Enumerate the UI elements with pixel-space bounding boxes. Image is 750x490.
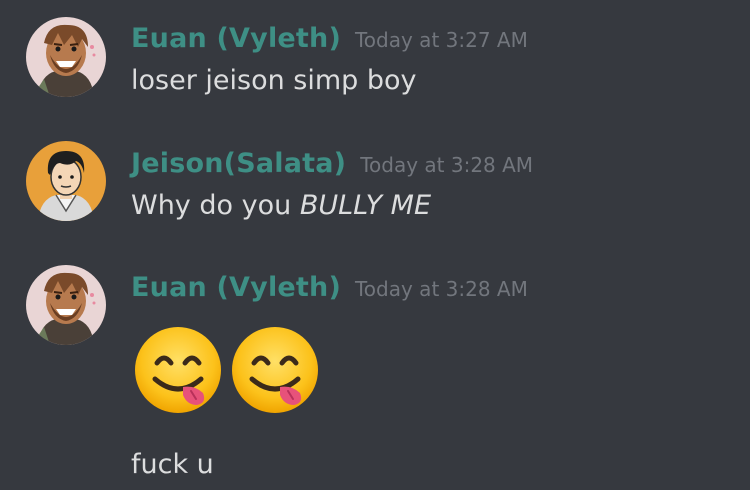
emoji-row [133,325,320,415]
message-text-plain: Why do you [131,190,300,221]
username[interactable]: Jeison(Salata) [131,148,346,179]
message-header: Euan (Vyleth) Today at 3:27 AM [131,25,528,52]
message-header: Euan (Vyleth) Today at 3:28 AM [131,274,528,301]
message-text: loser jeison simp boy [131,65,417,96]
user-avatar-euan[interactable] [26,17,106,97]
timestamp[interactable]: Today at 3:27 AM [355,28,528,52]
face-savoring-food-emoji[interactable] [230,325,320,415]
username[interactable]: Euan (Vyleth) [131,23,341,54]
message-text: Why do you BULLY ME [131,192,431,219]
face-savoring-food-emoji[interactable] [133,325,223,415]
message-text-italic: BULLY ME [299,190,432,221]
user-avatar-jeison[interactable] [26,141,106,221]
message-text: fuck u [131,449,214,480]
timestamp[interactable]: Today at 3:28 AM [355,277,528,301]
chat-log: Euan (Vyleth) Today at 3:27 AM loser jeis… [0,0,750,490]
username[interactable]: Euan (Vyleth) [131,272,341,303]
user-avatar-euan[interactable] [26,265,106,345]
timestamp[interactable]: Today at 3:28 AM [360,153,533,177]
message-header: Jeison(Salata) Today at 3:28 AM [131,150,533,177]
